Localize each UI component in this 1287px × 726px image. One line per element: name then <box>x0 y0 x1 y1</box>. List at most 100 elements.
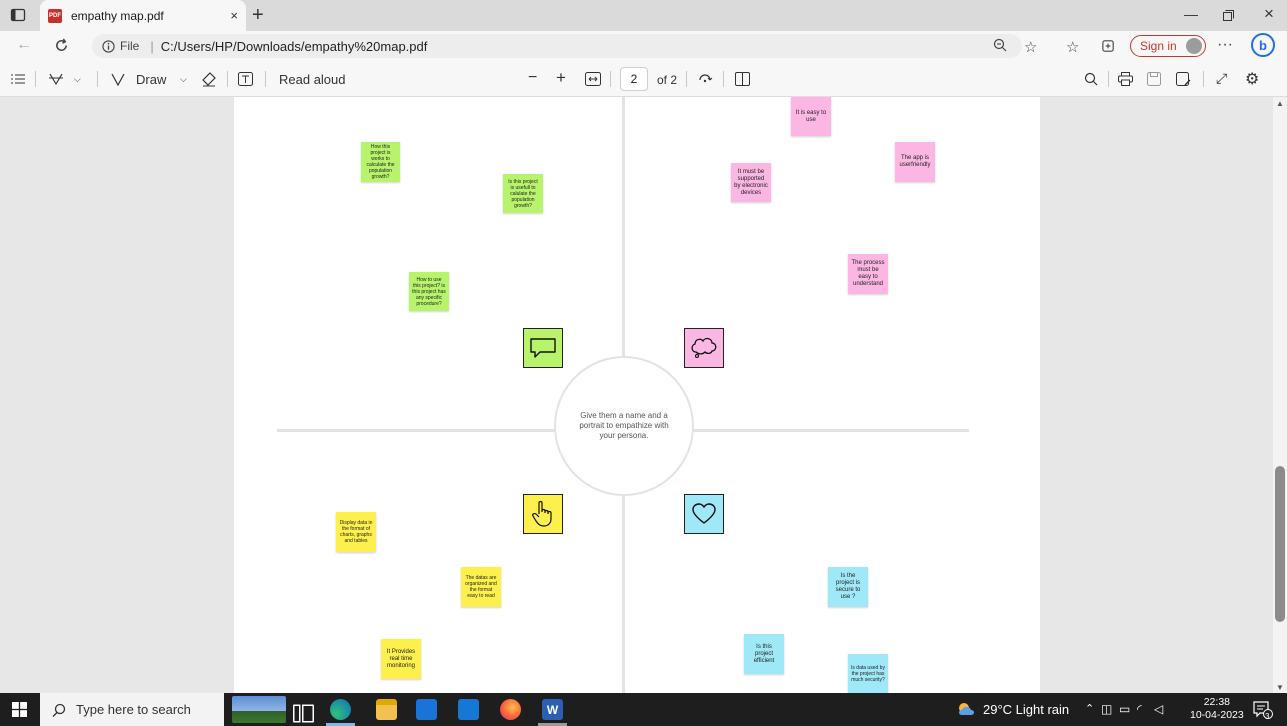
fit-to-width-icon[interactable] <box>585 72 601 86</box>
bing-chat-icon[interactable]: b <box>1251 33 1275 57</box>
show-hidden-icons-chevron-icon[interactable]: ⌃ <box>1085 702 1094 715</box>
quadrant-divider-horizontal-left <box>277 429 557 432</box>
pdf-page: Give them a name and a portrait to empat… <box>234 97 1040 693</box>
save-as-icon[interactable] <box>1176 72 1191 86</box>
text-box-icon[interactable] <box>238 72 253 86</box>
highlight-icon[interactable] <box>48 72 64 86</box>
wifi-icon[interactable]: ◜ <box>1137 702 1142 716</box>
sticky-note-yellow-1: Display data in the format of charts, gr… <box>336 512 376 552</box>
firefox-icon[interactable] <box>500 699 521 720</box>
scrollbar-thumb[interactable] <box>1275 466 1285 622</box>
says-icon-box <box>523 328 563 368</box>
back-arrow-icon[interactable]: ← <box>16 36 32 54</box>
sign-in-button[interactable]: Sign in <box>1130 35 1206 57</box>
add-favorite-icon[interactable]: ☆ <box>1024 38 1037 56</box>
thinks-icon-box <box>684 328 724 368</box>
edge-browser-icon[interactable] <box>330 699 351 720</box>
zoom-out-button[interactable]: − <box>528 69 537 87</box>
clock[interactable]: 22:38 10-04-2023 <box>1190 696 1244 722</box>
print-icon[interactable] <box>1118 72 1133 86</box>
task-view-icon[interactable] <box>293 703 314 724</box>
quadrant-divider-vertical-bottom <box>622 495 625 693</box>
toolbar-divider <box>227 71 228 87</box>
hand-pointer-icon <box>532 500 552 527</box>
scroll-up-arrow-icon[interactable]: ▲ <box>1276 99 1284 108</box>
does-icon-box <box>523 494 563 534</box>
find-search-icon[interactable] <box>1084 72 1098 86</box>
save-icon[interactable] <box>1147 72 1161 86</box>
minimize-button[interactable]: — <box>1184 6 1198 22</box>
battery-icon[interactable]: ▭ <box>1119 702 1130 716</box>
sticky-note-pink-1: It is easy to use <box>791 97 831 136</box>
weather-rain-icon[interactable] <box>956 701 978 717</box>
avatar <box>1186 38 1202 54</box>
sticky-note-pink-2: The app is userfriendly <box>895 142 935 182</box>
tab-title: empathy map.pdf <box>71 8 164 23</box>
info-icon[interactable] <box>102 39 115 53</box>
word-icon[interactable]: W <box>542 699 563 720</box>
favorites-icon[interactable]: ☆ <box>1066 38 1079 56</box>
sign-in-label: Sign in <box>1140 39 1177 53</box>
sticky-note-blue-1: Is the project is secure to use ? <box>828 567 868 607</box>
weather-landscape-icon[interactable] <box>232 696 286 723</box>
fullscreen-icon[interactable]: ⤢ <box>1216 70 1227 87</box>
draw-icon[interactable] <box>110 72 126 86</box>
pdf-toolbar: ⌵ Draw ⌵ Read aloud − + 2 of 2 ⤢ ⚙ <box>0 61 1287 97</box>
sticky-note-green-2: Is this project is usefull to calulate t… <box>503 174 543 213</box>
page-total: of 2 <box>657 73 678 87</box>
taskbar: Type here to search W 29°C Light rain ⌃ … <box>0 693 1287 726</box>
zoom-in-button[interactable]: + <box>556 68 566 88</box>
url-separator: | <box>150 38 154 54</box>
toolbar-divider <box>610 71 611 87</box>
page-number-input[interactable]: 2 <box>620 67 648 91</box>
file-explorer-icon[interactable] <box>376 699 397 720</box>
browser-tab-active[interactable]: PDF empathy map.pdf × <box>40 0 246 31</box>
search-icon <box>52 703 66 717</box>
collections-icon[interactable] <box>1101 38 1116 53</box>
rotate-icon[interactable] <box>697 71 713 87</box>
sticky-note-blue-2: Is this project efficient <box>744 634 784 674</box>
url-field[interactable]: File | C:/Users/HP/Downloads/empathy%20m… <box>92 34 1022 58</box>
taskbar-search-input[interactable]: Type here to search <box>40 693 224 726</box>
draw-button[interactable]: Draw <box>136 72 166 87</box>
close-window-button[interactable]: × <box>1264 4 1274 24</box>
new-tab-button[interactable]: + <box>252 4 264 27</box>
zoom-icon[interactable] <box>993 38 1007 52</box>
mail-icon[interactable] <box>458 699 479 720</box>
sticky-note-yellow-2: The datas are organized and the format e… <box>461 567 501 607</box>
eraser-icon[interactable] <box>201 71 217 87</box>
restore-button[interactable] <box>1223 10 1234 21</box>
title-bar: PDF empathy map.pdf × + — × <box>0 0 1287 31</box>
feels-icon-box <box>684 494 724 534</box>
windows-start-icon[interactable] <box>12 702 27 717</box>
heart-icon <box>692 503 716 524</box>
scroll-down-arrow-icon[interactable]: ▼ <box>1276 683 1284 692</box>
sticky-note-blue-3: Is data used by the project has much sec… <box>848 654 888 693</box>
contents-list-icon[interactable] <box>11 73 25 85</box>
meet-now-icon[interactable]: ◫ <box>1101 702 1112 716</box>
read-aloud-button[interactable]: Read aloud <box>279 72 346 87</box>
sticky-note-green-1: How this project is works to calculate t… <box>361 142 400 182</box>
refresh-icon[interactable] <box>54 38 69 53</box>
toolbar-divider <box>1108 71 1109 87</box>
toolbar-divider <box>686 71 687 87</box>
persona-circle: Give them a name and a portrait to empat… <box>554 356 694 496</box>
tab-actions-icon[interactable] <box>10 7 26 23</box>
draw-dropdown-chevron-icon[interactable]: ⌵ <box>180 74 187 85</box>
url-scheme-label: File <box>120 39 140 53</box>
more-menu-button[interactable]: ··· <box>1217 36 1233 54</box>
pdf-file-icon: PDF <box>48 8 62 23</box>
tab-close-button[interactable]: × <box>230 8 238 23</box>
search-placeholder: Type here to search <box>76 702 191 717</box>
notifications-icon[interactable] <box>1253 701 1273 719</box>
clock-date: 10-04-2023 <box>1190 709 1244 721</box>
sticky-note-pink-4: The process must be easy to understand <box>848 254 888 294</box>
weather-text[interactable]: 29°C Light rain <box>983 702 1069 717</box>
pdf-viewer: Give them a name and a portrait to empat… <box>0 97 1287 693</box>
volume-icon[interactable]: ◁ <box>1154 702 1163 716</box>
highlight-dropdown-chevron-icon[interactable]: ⌵ <box>74 74 81 85</box>
toolbar-divider <box>1203 71 1204 87</box>
store-icon[interactable] <box>416 699 437 720</box>
page-view-icon[interactable] <box>735 72 750 86</box>
settings-gear-icon[interactable]: ⚙ <box>1245 69 1259 89</box>
